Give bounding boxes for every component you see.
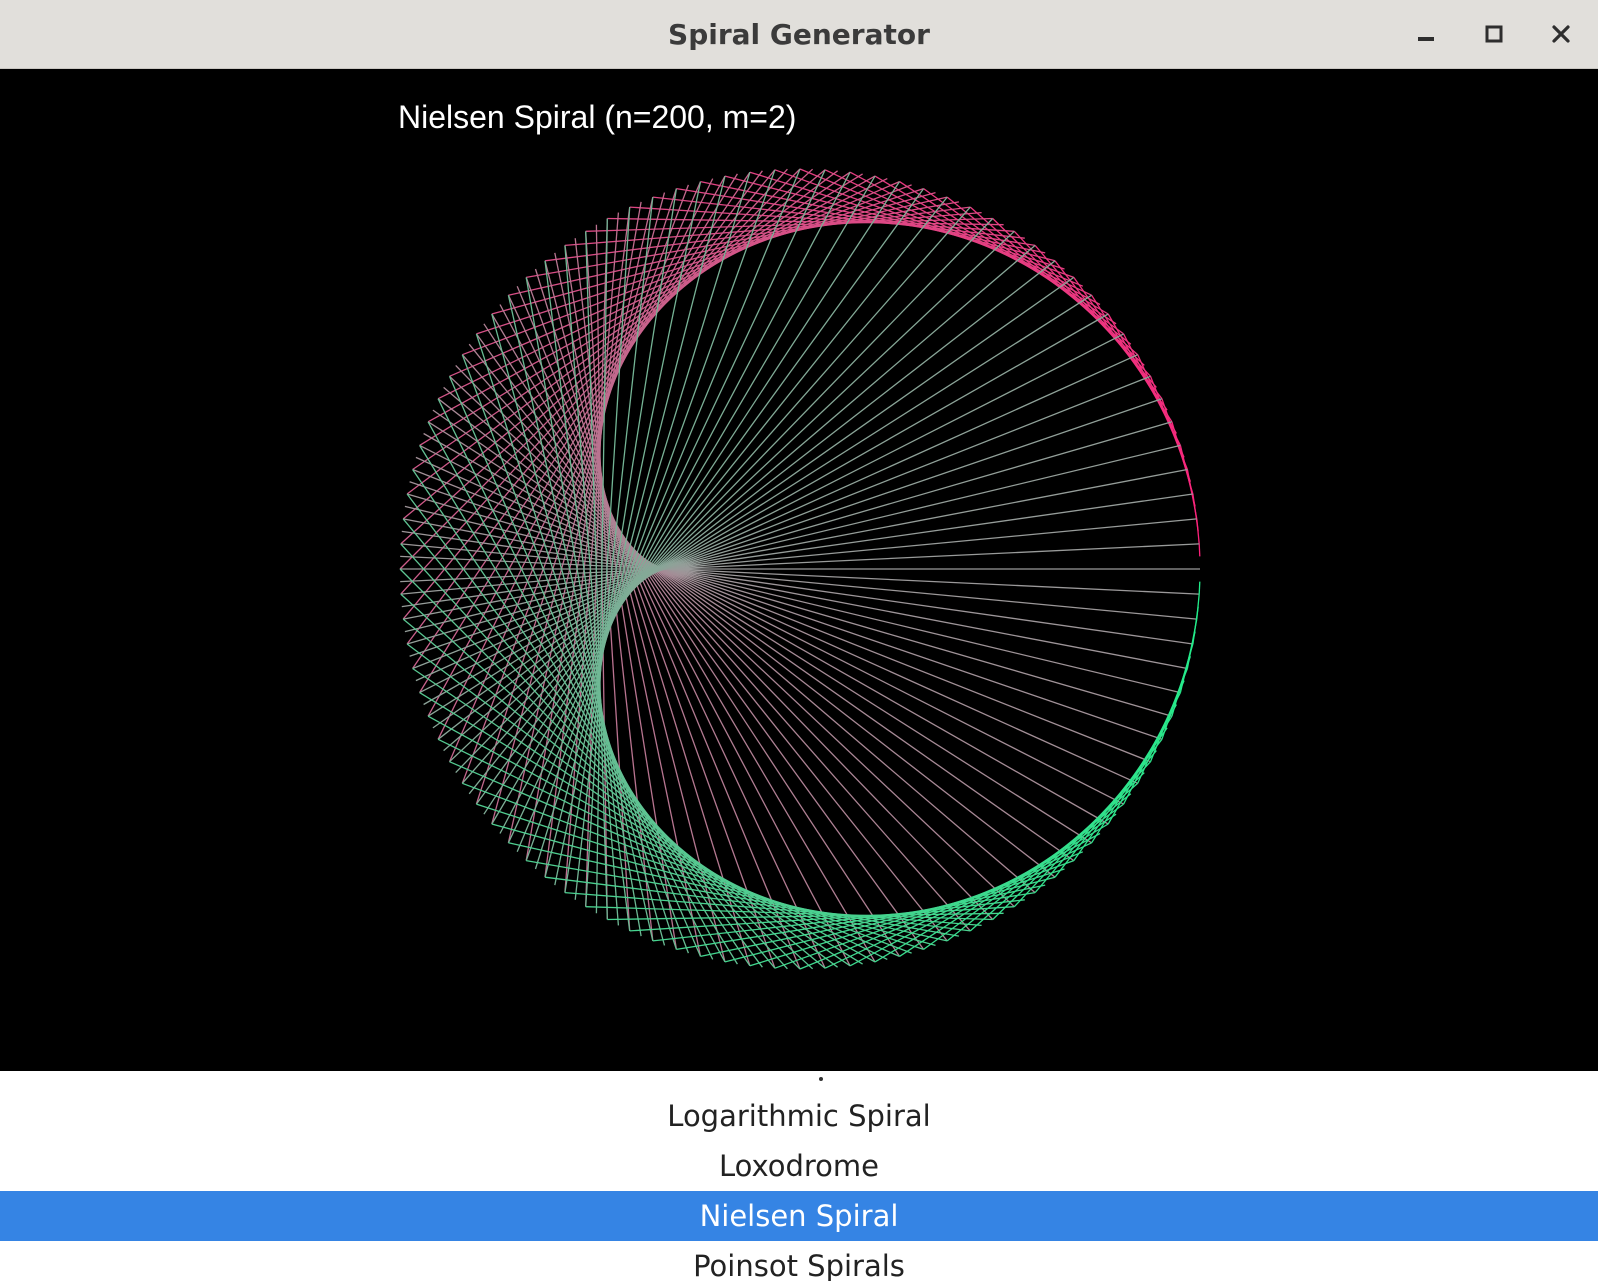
spiral-chord (461, 354, 971, 932)
spiral-canvas: Nielsen Spiral (n=200, m=2) (0, 69, 1598, 1071)
spiral-chord (402, 618, 826, 969)
spiral-chord (899, 181, 1117, 325)
spiral-chord (475, 333, 678, 950)
spiral-chord (402, 169, 826, 520)
spiral-chord (449, 761, 900, 957)
spiral-plot (399, 168, 1201, 970)
plot-title: Nielsen Spiral (n=200, m=2) (398, 99, 797, 135)
spiral-chord (1196, 594, 1200, 620)
list-item-logarithmic-spiral[interactable]: Logarithmic Spiral (0, 1091, 1598, 1141)
window-title: Spiral Generator (668, 18, 930, 51)
spiral-chords (399, 168, 1201, 970)
spiral-chord (475, 333, 925, 950)
list-item-poinsot-spirals[interactable]: Poinsot Spirals (0, 1241, 1598, 1281)
close-icon (1552, 25, 1570, 43)
spiral-chord (1198, 543, 1201, 557)
spiral-chord (526, 201, 960, 279)
close-button[interactable] (1537, 10, 1585, 58)
spiral-type-list[interactable]: Logarithmic Spiral Loxodrome Nielsen Spi… (0, 1071, 1598, 1281)
minimize-button[interactable] (1402, 10, 1450, 58)
minimize-icon (1418, 37, 1434, 41)
maximize-button[interactable] (1470, 10, 1518, 58)
spiral-chord (449, 181, 900, 377)
spiral-chord (461, 206, 971, 784)
title-bar: Spiral Generator (0, 0, 1598, 69)
spiral-chord (427, 294, 1092, 717)
list-item-nielsen-spiral[interactable]: Nielsen Spiral (0, 1191, 1598, 1241)
spiral-chord (1198, 581, 1201, 595)
spiral-chord (427, 421, 1092, 844)
list-item-loxodrome[interactable]: Loxodrome (0, 1141, 1598, 1191)
scroll-indicator (819, 1077, 823, 1081)
spiral-chord (824, 169, 1092, 296)
spiral-chord (412, 171, 851, 471)
maximize-icon (1485, 25, 1503, 43)
